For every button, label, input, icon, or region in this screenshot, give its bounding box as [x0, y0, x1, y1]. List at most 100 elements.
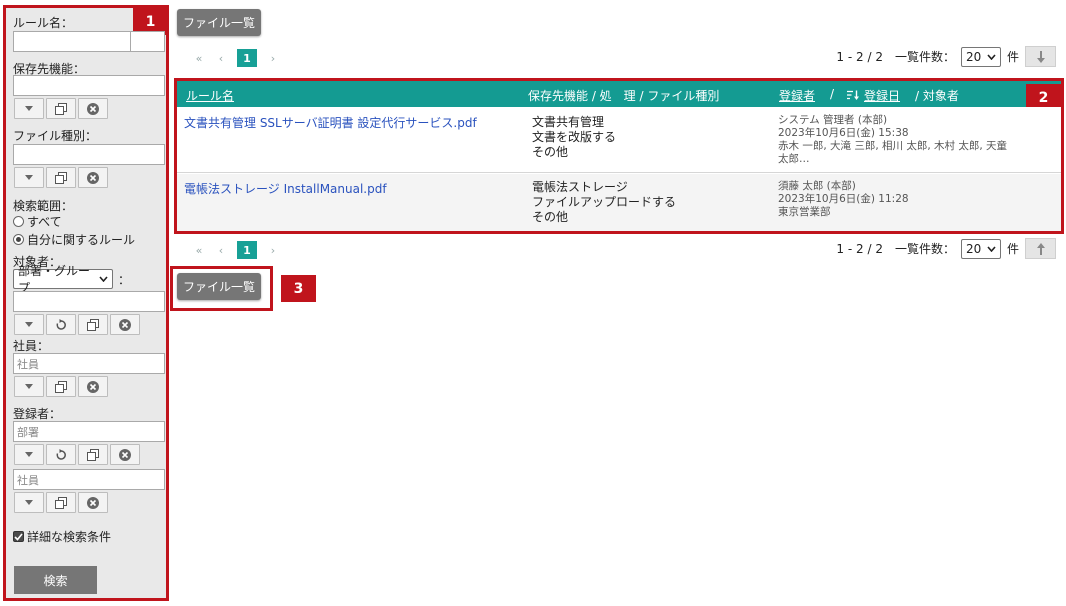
storage-name: 電帳法ストレージ — [532, 180, 628, 194]
first-page-button[interactable]: « — [188, 244, 210, 257]
copy-button[interactable] — [78, 444, 108, 465]
dropdown-button[interactable] — [14, 492, 44, 513]
copy-icon — [55, 102, 67, 115]
chevron-down-icon — [987, 53, 996, 60]
per-page-value: 20 — [965, 49, 982, 64]
registrant-dept-input[interactable]: 部署 — [13, 421, 165, 442]
row-process: 電帳法ストレージ ファイルアップロードする その他 — [532, 180, 676, 225]
dropdown-button[interactable] — [14, 444, 44, 465]
prev-page-button[interactable]: ‹ — [210, 244, 232, 257]
storage-buttons — [14, 98, 108, 119]
registrant-emp-buttons — [14, 492, 108, 513]
row-process: 文書共有管理 文書を改版する その他 — [532, 115, 616, 160]
rule-link[interactable]: 電帳法ストレージ InstallManual.pdf — [184, 180, 387, 197]
scope-option-all[interactable]: すべて — [13, 213, 62, 230]
col-rule-name[interactable]: ルール名 — [186, 87, 234, 104]
pager-top: « ‹ 1 › — [188, 49, 284, 67]
rule-name-input[interactable] — [13, 31, 131, 52]
copy-button[interactable] — [46, 167, 76, 188]
clear-button[interactable] — [78, 98, 108, 119]
first-page-button[interactable]: « — [188, 52, 210, 65]
storage-name: 文書共有管理 — [532, 115, 605, 129]
checkbox[interactable] — [13, 531, 24, 542]
next-page-button[interactable]: › — [262, 244, 284, 257]
rule-link[interactable]: 文書共有管理 SSLサーバ証明書 設定代行サービス.pdf — [184, 114, 477, 131]
reset-button[interactable] — [46, 444, 76, 465]
clear-button[interactable] — [78, 167, 108, 188]
radio-button[interactable] — [13, 216, 24, 227]
per-page-select[interactable]: 20 — [960, 238, 1001, 259]
table-row: 電帳法ストレージ InstallManual.pdf 電帳法ストレージ ファイル… — [177, 174, 1061, 231]
target-type-select[interactable]: 部署・グループ — [13, 264, 113, 295]
target-input[interactable] — [13, 291, 165, 312]
dropdown-button[interactable] — [14, 314, 44, 335]
reset-button[interactable] — [46, 314, 76, 335]
radio-button[interactable] — [13, 234, 24, 245]
chevron-down-icon — [987, 245, 996, 252]
target-list: 赤木 一郎, 大滝 三郎, 相川 太郎, 木村 太郎, 天童 太郎… — [778, 140, 1008, 165]
clear-button[interactable] — [78, 492, 108, 513]
rule-name-input-ext — [131, 31, 165, 52]
col-target: / 対象者 — [915, 89, 959, 103]
detail-search-label: 詳細な検索条件 — [27, 530, 112, 544]
registered-date: 2023年10月6日(金) 11:28 — [778, 193, 909, 205]
copy-icon — [87, 448, 99, 461]
search-button[interactable]: 検索 — [14, 566, 97, 594]
current-page[interactable]: 1 — [237, 241, 257, 259]
file-type-label: ファイル種別： — [13, 129, 98, 143]
clear-button[interactable] — [110, 314, 140, 335]
row-meta: 須藤 太郎 (本部) 2023年10月6日(金) 11:28 東京営業部 — [778, 180, 1018, 219]
target-colon: ： — [118, 273, 131, 287]
employee-input[interactable]: 社員 — [13, 353, 165, 374]
file-type-input[interactable] — [13, 144, 165, 165]
employee-label: 社員： — [13, 339, 50, 353]
target-buttons — [14, 314, 140, 335]
copy-icon — [55, 496, 67, 509]
registrant-label: 登録者： — [13, 407, 62, 421]
copy-icon — [55, 171, 67, 184]
arrow-down-icon — [1036, 50, 1045, 63]
current-page[interactable]: 1 — [237, 49, 257, 67]
row-meta: システム 管理者 (本部) 2023年10月6日(金) 15:38 赤木 一郎,… — [778, 114, 1018, 166]
prev-page-button[interactable]: ‹ — [210, 52, 232, 65]
reset-icon — [56, 318, 66, 330]
dropdown-button[interactable] — [14, 376, 44, 397]
sort-up-button[interactable] — [1025, 238, 1056, 259]
pager-info-top: 1 - 2 / 2 一覧件数： 20 件 — [836, 46, 1056, 67]
process-name: ファイルアップロードする — [532, 195, 677, 209]
col-registrant[interactable]: 登録者 — [779, 87, 815, 104]
dropdown-button[interactable] — [14, 98, 44, 119]
sort-icon — [847, 89, 859, 103]
scope-option-mine[interactable]: 自分に関するルール — [13, 231, 135, 248]
callout-3: 3 — [281, 275, 316, 302]
dropdown-button[interactable] — [14, 167, 44, 188]
caret-down-icon — [25, 499, 33, 505]
storage-input[interactable] — [13, 75, 165, 96]
file-list-button-top[interactable]: ファイル一覧 — [177, 9, 261, 36]
search-sidebar: 1 ルール名： 保存先機能： ファイル種別： 検索範囲： すべて 自分に関するル… — [3, 5, 169, 601]
pager-bottom: « ‹ 1 › — [188, 241, 284, 259]
per-page-select[interactable]: 20 — [960, 46, 1001, 67]
scope-label: 検索範囲： — [13, 199, 74, 213]
registrant-emp-input[interactable]: 社員 — [13, 469, 165, 490]
reset-icon — [56, 448, 66, 460]
copy-icon — [87, 318, 99, 331]
employee-buttons — [14, 376, 108, 397]
file-list-button-bottom[interactable]: ファイル一覧 — [177, 273, 261, 300]
copy-button[interactable] — [46, 376, 76, 397]
clear-button[interactable] — [110, 444, 140, 465]
sort-down-button[interactable] — [1025, 46, 1056, 67]
next-page-button[interactable]: › — [262, 52, 284, 65]
per-page-value: 20 — [965, 241, 982, 256]
registered-date: 2023年10月6日(金) 15:38 — [778, 127, 909, 139]
scope-option-label: 自分に関するルール — [27, 233, 136, 247]
file-type-buttons — [14, 167, 108, 188]
detail-search-toggle[interactable]: 詳細な検索条件 — [13, 528, 111, 545]
col-reg-date[interactable]: 登録日 — [864, 87, 900, 104]
copy-button[interactable] — [46, 98, 76, 119]
copy-button[interactable] — [78, 314, 108, 335]
registrant-dept-buttons — [14, 444, 140, 465]
copy-button[interactable] — [46, 492, 76, 513]
per-page-unit: 件 — [1006, 50, 1019, 64]
clear-button[interactable] — [78, 376, 108, 397]
